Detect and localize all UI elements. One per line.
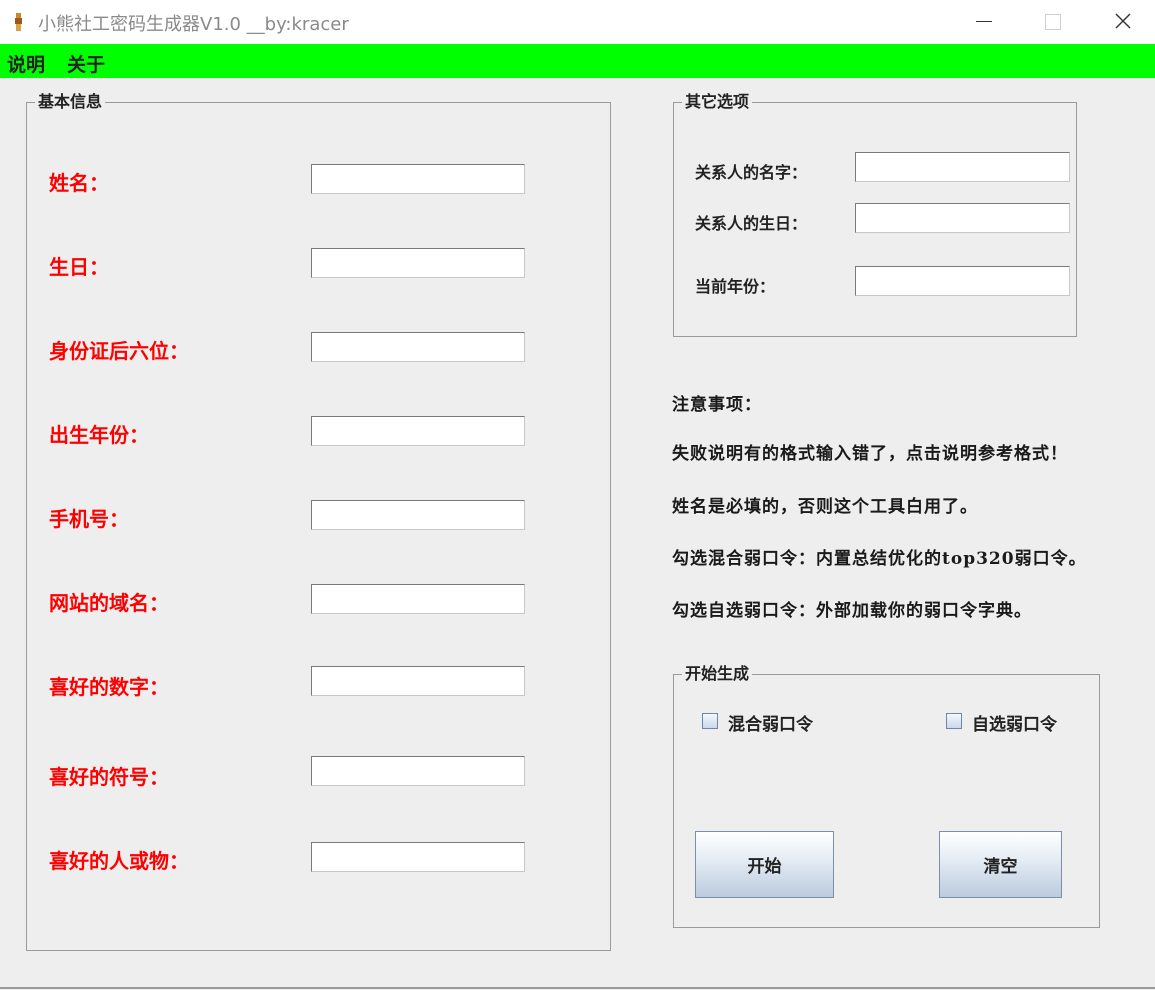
name-label: 姓名： [49,171,109,195]
id-last-six-input[interactable] [311,332,525,362]
minimize-button[interactable] [950,0,1020,44]
notes-line-3: 勾选混合弱口令：内置总结优化的top320弱口令。 [672,549,1087,569]
favorite-person-input[interactable] [311,842,525,872]
close-button[interactable] [1088,0,1155,44]
favorite-number-label: 喜好的数字： [49,675,169,699]
contact-name-input[interactable] [855,152,1070,182]
close-icon [1115,13,1131,29]
birthday-label: 生日： [49,255,109,279]
custom-weak-password-label: 自选弱口令 [972,715,1057,735]
mixed-weak-password-label: 混合弱口令 [728,715,813,735]
notes-line-4: 勾选自选弱口令：外部加载你的弱口令字典。 [672,601,1032,621]
title-bar: 小熊社工密码生成器V1.0 __by:kracer [0,0,1155,44]
checkbox-box[interactable] [702,713,718,729]
current-year-input[interactable] [855,266,1070,296]
birth-year-input[interactable] [311,416,525,446]
domain-label: 网站的域名： [49,591,169,615]
clear-button[interactable]: 清空 [939,831,1062,898]
phone-input[interactable] [311,500,525,530]
generate-title: 开始生成 [682,664,753,684]
domain-input[interactable] [311,584,525,614]
window-bottom-border [0,987,1155,989]
window-title: 小熊社工密码生成器V1.0 __by:kracer [38,14,349,35]
menu-item-help[interactable]: 说明 [7,50,45,77]
favorite-person-label: 喜好的人或物： [49,849,189,873]
favorite-symbol-input[interactable] [311,756,525,786]
menu-bar: 说明 关于 [0,44,1155,78]
notes-heading: 注意事项： [672,395,762,415]
current-year-label: 当前年份： [695,277,776,296]
favorite-number-input[interactable] [311,666,525,696]
contact-birthday-label: 关系人的生日： [695,214,808,233]
basic-info-title: 基本信息 [35,92,106,112]
id-last-six-label: 身份证后六位： [49,339,189,363]
notes-line-1: 失败说明有的格式输入错了，点击说明参考格式！ [672,444,1068,464]
phone-label: 手机号： [49,507,129,531]
name-input[interactable] [311,164,525,194]
other-options-title: 其它选项 [682,92,753,112]
checkbox-box[interactable] [946,713,962,729]
notes-line-2: 姓名是必填的，否则这个工具白用了。 [672,497,978,517]
minimize-icon [976,21,992,22]
menu-item-about[interactable]: 关于 [67,50,105,77]
birth-year-label: 出生年份： [49,423,149,447]
favorite-symbol-label: 喜好的符号： [49,765,169,789]
start-button[interactable]: 开始 [695,831,834,898]
birthday-input[interactable] [311,248,525,278]
app-icon [15,13,22,31]
maximize-icon [1045,14,1061,30]
maximize-button[interactable] [1018,0,1088,44]
contact-birthday-input[interactable] [855,203,1070,233]
contact-name-label: 关系人的名字： [695,163,808,182]
